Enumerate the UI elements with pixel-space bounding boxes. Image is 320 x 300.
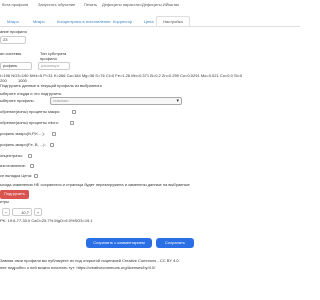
checkbox-label-profile-macro: рофиль макро(N,P,K....):: [0, 131, 45, 136]
substrate-placeholder: рашинцит: [41, 63, 60, 68]
topnav-item-1[interactable]: бота профиля: [2, 2, 28, 8]
tab-macro[interactable]: Макро: [0, 16, 26, 26]
checkbox-micro[interactable]: [70, 121, 74, 125]
top-nav: бота профиля Запустить обучение Печать Д…: [0, 2, 300, 10]
license-line-2: нее подробно о ней можно почитать тут: h…: [0, 265, 156, 270]
stepper-value: 10,7: [21, 210, 29, 215]
profile-name-input[interactable]: 23: [0, 36, 26, 44]
load-button[interactable]: Подгрузить: [0, 190, 29, 199]
license-line-1: Завляя свои профили вы публикуете их под…: [0, 258, 180, 263]
ratio-string: PK: 19.6-77-33.0 CaO=25.7% MgO=6.0%SO3=1…: [0, 218, 93, 223]
checkbox-profile-micro[interactable]: [50, 143, 54, 147]
checkbox-profile-macro[interactable]: [52, 132, 56, 136]
topnav-item-4[interactable]: Дефициты нарастато: [102, 2, 142, 8]
profile-name-value: 23: [3, 37, 8, 42]
checkbox-macro[interactable]: [72, 110, 76, 114]
topnav-item-3[interactable]: Печать: [84, 2, 97, 8]
checkbox-price-tab[interactable]: [34, 174, 38, 178]
profile-name-label: ание профиля: [0, 29, 27, 34]
checkbox-manufacture[interactable]: [30, 164, 34, 168]
checkbox-label-macro: обрение(ионы) проценты макро:: [0, 109, 61, 114]
tab-corrector[interactable]: Корректор: [106, 16, 139, 26]
decrement-button[interactable]: −: [2, 208, 10, 216]
increment-button[interactable]: +: [34, 208, 42, 216]
save-button[interactable]: Сохранить: [156, 238, 194, 248]
checkbox-label-concentrates: онцентраты:: [0, 153, 24, 158]
tab-settings[interactable]: Настройка: [156, 16, 190, 26]
tab-bar: Макро Микро Концентраты в изготовление К…: [0, 14, 300, 27]
system-type-label: ип системы: [0, 51, 22, 56]
save-with-comment-button[interactable]: Сохранить с комментарием: [86, 238, 152, 248]
tab-micro[interactable]: Микро: [26, 16, 52, 26]
topnav-item-2[interactable]: Запустить обучение: [38, 2, 75, 8]
system-type-select[interactable]: рофиль: [0, 62, 32, 70]
stepper-input[interactable]: 10,7: [12, 208, 32, 216]
chevron-down-icon: ▾: [176, 98, 179, 104]
choose-profile-label: ыберите профиль:: [0, 98, 35, 103]
substrate-input[interactable]: рашинцит: [38, 62, 70, 70]
profile-select-value: ливново: [53, 98, 69, 103]
warning-text: ыхода изменения НЕ сохранятся и страница…: [0, 182, 190, 187]
checkbox-label-profile-micro: рофиль микро(Fe, B, ...):: [0, 142, 46, 147]
checkbox-label-micro: обрение(ионы) проценты micro:: [0, 120, 59, 125]
substrate-label: Тип субстрата профиля: [40, 51, 67, 61]
profile-string: I=196 NO3=190 NH4=5 P=31 K=266 Ca=184 Mg…: [0, 73, 243, 78]
load-section-title: Подгрузить данные в текущий профиль из в…: [0, 83, 103, 88]
checkbox-label-price-tab: се вкладка Цена:: [0, 173, 33, 178]
profile-select[interactable]: ливново ▾: [50, 97, 182, 105]
system-type-value: рофиль: [3, 63, 18, 68]
checkbox-concentrates[interactable]: [28, 154, 32, 158]
checkbox-label-manufacture: изготовление:: [0, 163, 26, 168]
params-label: етры: [0, 199, 10, 204]
topnav-item-5[interactable]: Дефициты ИЙыктяк: [142, 2, 179, 8]
